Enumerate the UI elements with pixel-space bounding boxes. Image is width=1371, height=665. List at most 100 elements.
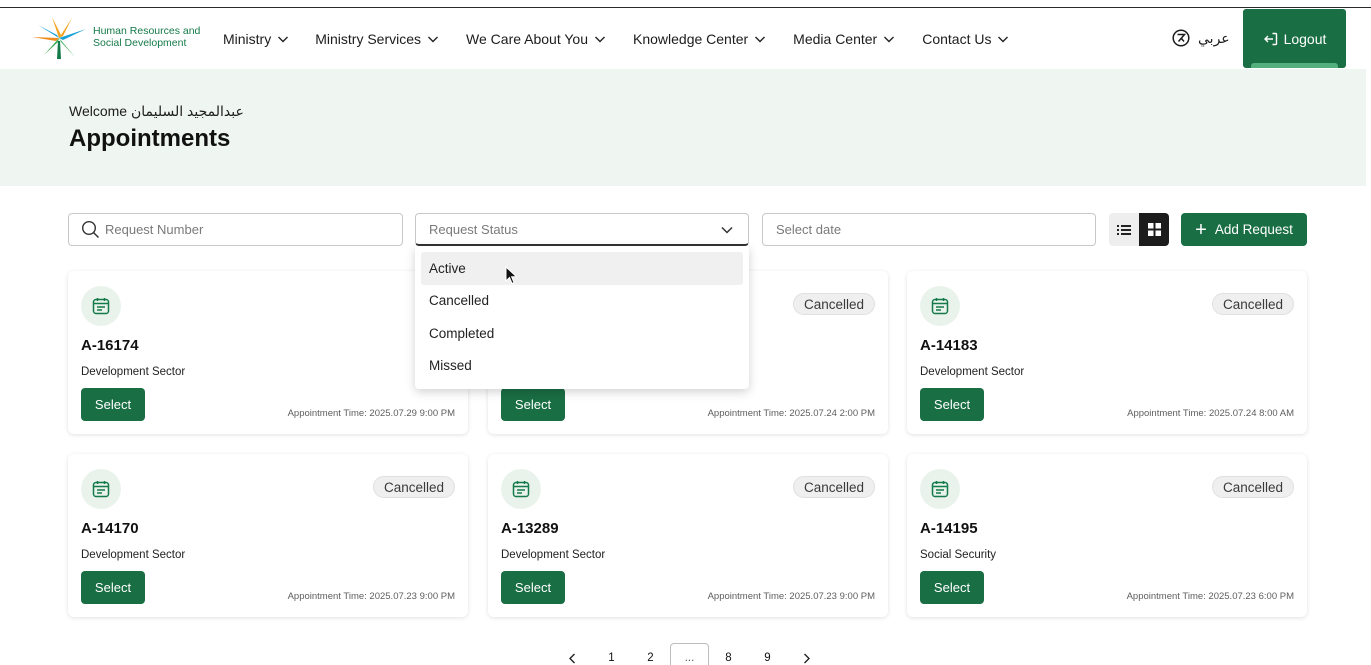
search-icon xyxy=(81,220,100,239)
add-request-button[interactable]: + Add Request xyxy=(1181,213,1307,246)
language-icon xyxy=(1172,29,1190,47)
dropdown-option-active[interactable]: Active xyxy=(421,252,743,285)
grid-icon xyxy=(1147,223,1161,236)
language-label: عربي xyxy=(1198,29,1230,46)
chevron-down-icon xyxy=(998,36,1009,42)
nav-item-contact-us[interactable]: Contact Us xyxy=(922,31,1009,47)
page-title: Appointments xyxy=(69,125,231,152)
chevron-down-icon xyxy=(428,36,439,42)
dropdown-option-completed[interactable]: Completed xyxy=(421,317,743,350)
logo-text: Human Resources and Social Development xyxy=(93,25,200,49)
chevron-down-icon xyxy=(721,226,733,234)
view-toggle xyxy=(1109,213,1169,246)
add-request-label: Add Request xyxy=(1214,222,1293,237)
appointment-time: Appointment Time: 2025.07.23 9:00 PM xyxy=(287,591,455,602)
calendar-icon xyxy=(920,469,960,509)
appointment-time: Appointment Time: 2025.07.23 9:00 PM xyxy=(707,591,875,602)
appointment-card: Cancelled A-13289 Development Sector Sel… xyxy=(488,454,888,617)
chevron-down-icon xyxy=(884,36,895,42)
status-badge: Cancelled xyxy=(792,293,875,315)
language-switch[interactable]: عربي xyxy=(1172,29,1230,47)
logo-text-line1: Human Resources and xyxy=(93,25,201,37)
logout-accent-bar xyxy=(1251,63,1338,68)
nav-item-knowledge-center[interactable]: Knowledge Center xyxy=(633,31,766,47)
page-button[interactable]: 8 xyxy=(709,643,748,665)
select-button[interactable]: Select xyxy=(501,571,565,604)
calendar-icon xyxy=(81,286,121,326)
next-page-button[interactable] xyxy=(787,643,826,665)
appointment-card: Cancelled A-14183 Development Sector Sel… xyxy=(907,271,1307,434)
ministry-logo-icon[interactable] xyxy=(30,15,88,61)
logout-label: Logout xyxy=(1283,30,1327,47)
prev-page-button[interactable] xyxy=(553,643,592,665)
select-button[interactable]: Select xyxy=(81,388,145,421)
select-button[interactable]: Select xyxy=(920,388,984,421)
plus-icon: + xyxy=(1195,218,1207,241)
nav-item-we-care[interactable]: We Care About You xyxy=(466,31,606,47)
appointment-card: Cancelled A-14170 Development Sector Sel… xyxy=(68,454,468,617)
appointment-time: Appointment Time: 2025.07.29 9:00 PM xyxy=(287,408,455,419)
page-button[interactable]: 2 xyxy=(631,643,670,665)
chevron-left-icon xyxy=(569,653,575,663)
appointment-sector: Social Security xyxy=(920,549,997,561)
select-button[interactable]: Select xyxy=(81,571,145,604)
appointment-time: Appointment Time: 2025.07.23 6:00 PM xyxy=(1126,591,1294,602)
chevron-down-icon xyxy=(594,36,605,42)
pagination: 1 2 ... 8 9 xyxy=(553,643,826,665)
page-button[interactable]: 9 xyxy=(748,643,787,665)
dropdown-option-missed[interactable]: Missed xyxy=(421,350,743,383)
nav-item-media-center[interactable]: Media Center xyxy=(793,31,895,47)
appointment-id: A-14170 xyxy=(81,520,139,537)
status-badge: Cancelled xyxy=(372,476,455,498)
logout-button[interactable]: Logout xyxy=(1243,9,1346,68)
appointment-sector: Development Sector xyxy=(501,549,606,561)
nav-label: Media Center xyxy=(793,30,878,47)
dropdown-option-cancelled[interactable]: Cancelled xyxy=(421,285,743,318)
calendar-icon xyxy=(920,286,960,326)
nav-item-ministry-services[interactable]: Ministry Services xyxy=(315,31,439,47)
nav-label: Contact Us xyxy=(922,30,992,47)
list-view-button[interactable] xyxy=(1109,213,1139,246)
status-badge: Cancelled xyxy=(1211,293,1294,315)
chevron-down-icon xyxy=(755,36,766,42)
site-header: Human Resources and Social Development M… xyxy=(0,8,1371,69)
page-ellipsis[interactable]: ... xyxy=(670,643,709,665)
status-badge: Cancelled xyxy=(792,476,875,498)
date-picker-input[interactable]: Select date xyxy=(762,213,1096,246)
chevron-down-icon xyxy=(278,36,289,42)
appointment-id: A-13289 xyxy=(501,520,559,537)
appointment-card: Cancelled A-14195 Social Security Select… xyxy=(907,454,1307,617)
search-input[interactable]: Request Number xyxy=(68,213,403,246)
logout-icon xyxy=(1263,32,1277,45)
nav-item-ministry[interactable]: Ministry xyxy=(223,31,289,47)
chevron-right-icon xyxy=(804,653,810,663)
welcome-text: Welcome عبدالمجيد السليمان xyxy=(69,103,244,119)
page-button[interactable]: 1 xyxy=(592,643,631,665)
nav-label: Ministry xyxy=(223,30,272,47)
nav-label: Ministry Services xyxy=(315,30,422,47)
main-nav: Ministry Ministry Services We Care About… xyxy=(223,8,1009,69)
top-border xyxy=(0,0,1371,8)
appointment-sector: Development Sector xyxy=(81,366,186,378)
appointment-time: Appointment Time: 2025.07.24 8:00 AM xyxy=(1127,408,1294,419)
request-status-dropdown: Active Cancelled Completed Missed xyxy=(415,246,749,389)
appointment-sector: Development Sector xyxy=(81,549,186,561)
page-hero: Welcome عبدالمجيد السليمان Appointments xyxy=(0,69,1366,186)
grid-view-button[interactable] xyxy=(1139,213,1169,246)
mouse-cursor-icon xyxy=(505,266,518,285)
appointment-id: A-14183 xyxy=(920,337,978,354)
calendar-icon xyxy=(501,469,541,509)
appointment-id: A-16174 xyxy=(81,337,139,354)
appointment-id: A-14195 xyxy=(920,520,978,537)
status-placeholder: Request Status xyxy=(429,221,518,237)
request-status-select[interactable]: Request Status xyxy=(415,213,749,246)
appointment-sector: Development Sector xyxy=(920,366,1025,378)
appointment-card: A A-16174 Development Sector Select Appo… xyxy=(68,271,468,434)
select-button[interactable]: Select xyxy=(501,388,565,421)
nav-label: Knowledge Center xyxy=(632,30,749,47)
list-icon xyxy=(1117,224,1131,235)
nav-label: We Care About You xyxy=(466,30,588,47)
appointment-time: Appointment Time: 2025.07.24 2:00 PM xyxy=(707,408,875,419)
search-placeholder: Request Number xyxy=(105,222,204,237)
select-button[interactable]: Select xyxy=(920,571,984,604)
